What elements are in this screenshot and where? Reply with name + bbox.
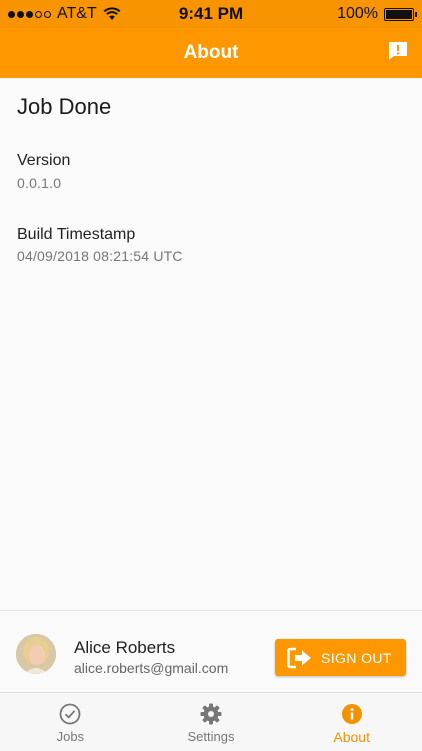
carrier-name: AT&T <box>57 5 97 22</box>
status-right: 100% <box>337 5 417 23</box>
user-panel: Alice Roberts alice.roberts@gmail.com SI… <box>0 610 422 693</box>
sign-out-label: SIGN OUT <box>321 649 392 666</box>
feedback-button[interactable] <box>386 39 410 63</box>
build-timestamp-label: Build Timestamp <box>17 226 136 243</box>
battery-fill <box>386 9 412 19</box>
feedback-icon <box>389 42 407 60</box>
tab-about-label: About <box>333 729 370 745</box>
battery-percent: 100% <box>337 5 378 22</box>
tab-settings[interactable]: Settings <box>141 693 282 751</box>
page-title: About <box>183 42 239 63</box>
avatar <box>16 634 56 674</box>
version-value: 0.0.1.0 <box>17 175 62 191</box>
app-name: Job Done <box>17 94 112 119</box>
sign-out-button[interactable]: SIGN OUT <box>275 639 406 676</box>
avatar-image <box>16 634 56 674</box>
check-circle-icon <box>59 703 81 725</box>
navigation-bar: About <box>0 28 422 78</box>
signal-strength-icon <box>8 10 51 18</box>
build-timestamp-value: 04/09/2018 08:21:54 UTC <box>17 248 183 264</box>
tab-bar: Jobs Settings About <box>0 692 422 751</box>
info-icon <box>341 704 362 724</box>
battery-icon <box>384 7 417 21</box>
tab-jobs[interactable]: Jobs <box>0 693 141 751</box>
sign-out-icon <box>287 647 311 668</box>
tab-jobs-label: Jobs <box>56 729 85 744</box>
gear-icon <box>200 703 222 725</box>
user-email: alice.roberts@gmail.com <box>74 660 229 676</box>
status-bar: AT&T 9:41 PM 100% <box>0 0 422 28</box>
tab-settings-label: Settings <box>187 729 235 744</box>
tab-about[interactable]: About <box>281 693 422 751</box>
version-label: Version <box>17 152 71 169</box>
user-name: Alice Roberts <box>74 638 176 657</box>
wifi-icon <box>103 7 121 20</box>
status-left: AT&T <box>8 5 121 23</box>
